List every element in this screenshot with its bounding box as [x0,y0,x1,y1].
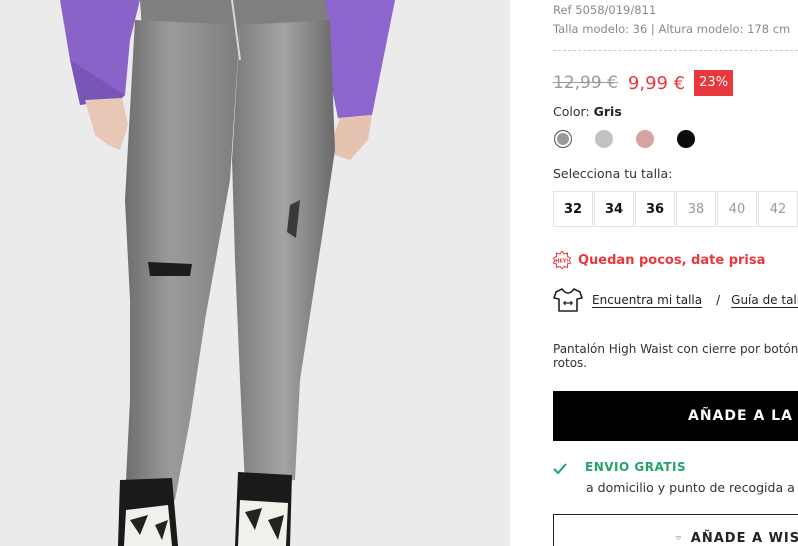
divider [553,50,798,51]
product-description: Pantalón High Waist con cierre por botón… [553,342,798,370]
product-ref: Ref 5058/019/811 [553,3,657,17]
size-option-unavailable[interactable]: 38 [676,191,716,227]
description-line: Pantalón High Waist con cierre por botón… [553,342,798,356]
size-guide-link[interactable]: Guía de talla [731,293,798,307]
color-swatch-gris[interactable] [554,130,572,148]
check-icon [553,463,567,475]
color-name: Gris [593,104,622,119]
size-label: Selecciona tu talla: [553,166,673,181]
tshirt-size-icon [553,288,583,312]
color-label: Color: Gris [553,104,622,119]
add-to-wishlist-button[interactable]: AÑADE A WISH [553,514,798,546]
size-option[interactable]: 36 [635,191,675,227]
size-help-row: Encuentra mi talla / Guía de talla [553,287,798,313]
separator: / [716,293,721,307]
hey-badge-text: HEY! [555,259,569,265]
product-info: Ref 5058/019/811 Talla modelo: 36 | Altu… [553,0,798,546]
sale-price: 9,99 € [627,72,686,94]
product-image [0,0,510,546]
size-option-unavailable[interactable]: 40 [717,191,757,227]
hey-badge-icon: HEY! [553,251,571,269]
free-shipping: ENVIO GRATIS a domicilio y punto de reco… [553,460,798,495]
size-option[interactable]: 32 [553,191,593,227]
size-option-unavailable[interactable]: 42 [758,191,798,227]
free-shipping-subtitle: a domicilio y punto de recogida a p [586,480,798,495]
heart-icon [676,536,681,540]
find-my-size-link[interactable]: Encuentra mi talla [592,293,702,307]
model-info: Talla modelo: 36 | Altura modelo: 178 cm [553,22,791,36]
color-swatch-rosa[interactable] [636,130,654,148]
add-to-cart-button[interactable]: AÑADE A LA CES [553,391,798,441]
old-price: 12,99 € [553,73,618,93]
color-swatch-gris-claro[interactable] [595,130,613,148]
size-option[interactable]: 34 [594,191,634,227]
discount-badge: 23% [694,70,734,96]
color-prefix: Color: [553,104,594,119]
free-shipping-title: ENVIO GRATIS [585,460,687,474]
price-row: 12,99 € 9,99 € 23% [553,70,734,96]
color-swatch-negro[interactable] [677,130,695,148]
low-stock-text: Quedan pocos, date prisa [578,252,766,268]
wishlist-label: AÑADE A WISH [690,530,798,546]
size-selector: 32 34 36 38 40 42 [553,191,798,227]
description-line: rotos. [553,356,588,370]
low-stock-notice: HEY! Quedan pocos, date prisa [553,251,765,269]
